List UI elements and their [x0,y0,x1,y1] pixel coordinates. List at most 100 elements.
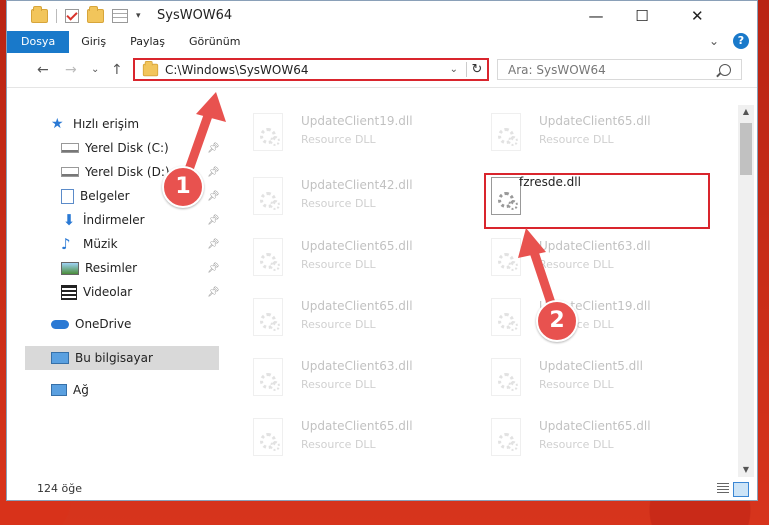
pin-icon[interactable]: 📌︎ [207,167,220,178]
search-icon[interactable] [719,63,731,76]
dll-file-icon [491,358,521,396]
properties-icon[interactable] [112,9,128,23]
sidebar-item-local-disk-d[interactable]: Yerel Disk (D:) [61,160,170,184]
drive-icon [61,167,79,177]
computer-icon [51,352,69,364]
file-type: Resource DLL [301,258,376,271]
sidebar-item-label: Resimler [85,261,138,275]
title-bar: ▾ SysWOW64 — ☐ ✕ [7,1,757,31]
sidebar-item-downloads[interactable]: ⬇ İndirmeler [61,208,145,232]
address-dropdown-icon[interactable]: ⌄ [450,64,458,75]
tab-view[interactable]: Görünüm [177,31,252,53]
list-item[interactable]: UpdateClient65.dll Resource DLL [227,414,457,468]
window-title: SysWOW64 [157,8,233,23]
sidebar-item-label: Belgeler [80,189,130,203]
list-item[interactable]: UpdateClient65.dll Resource DLL [465,414,695,468]
details-view-icon[interactable] [717,483,729,494]
large-icons-view-icon[interactable] [733,482,749,497]
star-icon: ★ [51,116,64,132]
up-button[interactable]: ↑ [111,62,123,78]
sidebar-item-this-pc[interactable]: Bu bilgisayar [25,346,219,370]
separator [56,9,57,23]
sidebar-item-label: Yerel Disk (D:) [85,165,170,179]
list-item[interactable]: UpdateClient65.dll Resource DLL [227,234,457,288]
sidebar-item-local-disk-c[interactable]: Yerel Disk (C:) [61,136,169,160]
file-name: UpdateClient65.dll [539,419,651,433]
sidebar-item-music[interactable]: ♪ Müzik [61,232,118,256]
file-name: UpdateClient42.dll [301,178,413,192]
sidebar-item-label: Videolar [83,285,133,299]
file-type: Resource DLL [539,258,614,271]
new-folder-icon[interactable] [87,6,104,23]
list-item[interactable]: UpdateClient42.dll Resource DLL [227,173,457,227]
tab-home[interactable]: Giriş [69,31,118,53]
list-item[interactable]: UpdateClient65.dll Resource DLL [227,294,457,348]
sidebar-item-quick-access[interactable]: ★ Hızlı erişim [51,112,139,136]
file-highlight-box [484,173,710,229]
recent-locations-button[interactable]: ⌄ [91,64,99,75]
address-path[interactable]: C:\Windows\SysWOW64 [165,63,450,77]
dll-file-icon [491,113,521,151]
list-item[interactable]: UpdateClient63.dll Resource DLL [227,354,457,408]
pin-icon[interactable]: 📌︎ [207,287,220,298]
help-icon[interactable]: ? [733,33,749,49]
vertical-scrollbar[interactable]: ▲ ▼ [738,105,754,477]
list-item[interactable]: UpdateClient65.dll Resource DLL [465,109,695,163]
drive-icon [61,143,79,153]
pin-icon[interactable]: 📌︎ [207,191,220,202]
pin-icon[interactable]: 📌︎ [207,263,220,274]
customize-dropdown-icon[interactable]: ▾ [136,11,141,21]
network-icon [51,384,67,396]
sidebar-item-onedrive[interactable]: OneDrive [51,312,131,336]
sidebar-item-pictures[interactable]: Resimler [61,256,137,280]
list-item[interactable]: UpdateClient19.dll Resource DLL [465,294,695,348]
onedrive-icon [51,319,69,329]
list-item[interactable]: UpdateClient19.dll Resource DLL [227,109,457,163]
file-name: UpdateClient19.dll [301,114,413,128]
tab-file[interactable]: Dosya [7,31,70,53]
item-count: 124 öğe [37,482,82,495]
search-input[interactable]: Ara: SysWOW64 [508,63,719,77]
file-name: UpdateClient65.dll [301,239,413,253]
scroll-down-icon[interactable]: ▼ [738,463,754,477]
folder-icon [142,60,159,76]
pin-icon[interactable]: 📌︎ [207,239,220,250]
dll-file-icon [491,298,521,336]
properties-check-icon[interactable] [65,9,79,23]
explorer-window: ▾ SysWOW64 — ☐ ✕ Dosya Giriş Paylaş Görü… [6,0,758,501]
scroll-thumb[interactable] [740,123,752,175]
file-name: UpdateClient65.dll [539,114,651,128]
dll-file-icon [253,238,283,276]
maximize-button[interactable]: ☐ [619,1,665,31]
scroll-up-icon[interactable]: ▲ [738,105,754,119]
file-type: Resource DLL [539,438,614,451]
search-box[interactable]: Ara: SysWOW64 [497,59,742,80]
file-type: Resource DLL [539,133,614,146]
step-badge-2: 2 [536,300,578,342]
minimize-button[interactable]: — [573,1,619,31]
sidebar-item-label: Bu bilgisayar [75,351,153,365]
sidebar-item-label: OneDrive [75,317,132,331]
file-type: Resource DLL [301,133,376,146]
sidebar-item-label: Hızlı erişim [73,117,140,131]
dll-file-icon [491,238,521,276]
list-item[interactable]: UpdateClient5.dll Resource DLL [465,354,695,408]
tab-share[interactable]: Paylaş [118,31,177,53]
back-button[interactable]: ← [37,62,49,78]
refresh-icon[interactable]: ↻ [466,62,487,77]
pin-icon[interactable]: 📌︎ [207,143,220,154]
sidebar-item-label: Ağ [73,383,89,397]
sidebar-item-network[interactable]: Ağ [51,378,89,402]
close-button[interactable]: ✕ [665,1,757,31]
ribbon-tabs: Dosya Giriş Paylaş Görünüm ⌄ ? [7,31,757,53]
file-type: Resource DLL [301,438,376,451]
sidebar-item-documents[interactable]: Belgeler [61,184,130,208]
forward-button[interactable]: → [65,62,77,78]
ribbon-expand-icon[interactable]: ⌄ [709,34,719,48]
file-type: Resource DLL [301,197,376,210]
sidebar-item-videos[interactable]: Videolar [61,280,132,304]
file-name: UpdateClient5.dll [539,359,643,373]
address-bar[interactable]: C:\Windows\SysWOW64 ⌄ ↻ [133,58,489,81]
pin-icon[interactable]: 📌︎ [207,215,220,226]
list-item[interactable]: UpdateClient63.dll Resource DLL [465,234,695,288]
